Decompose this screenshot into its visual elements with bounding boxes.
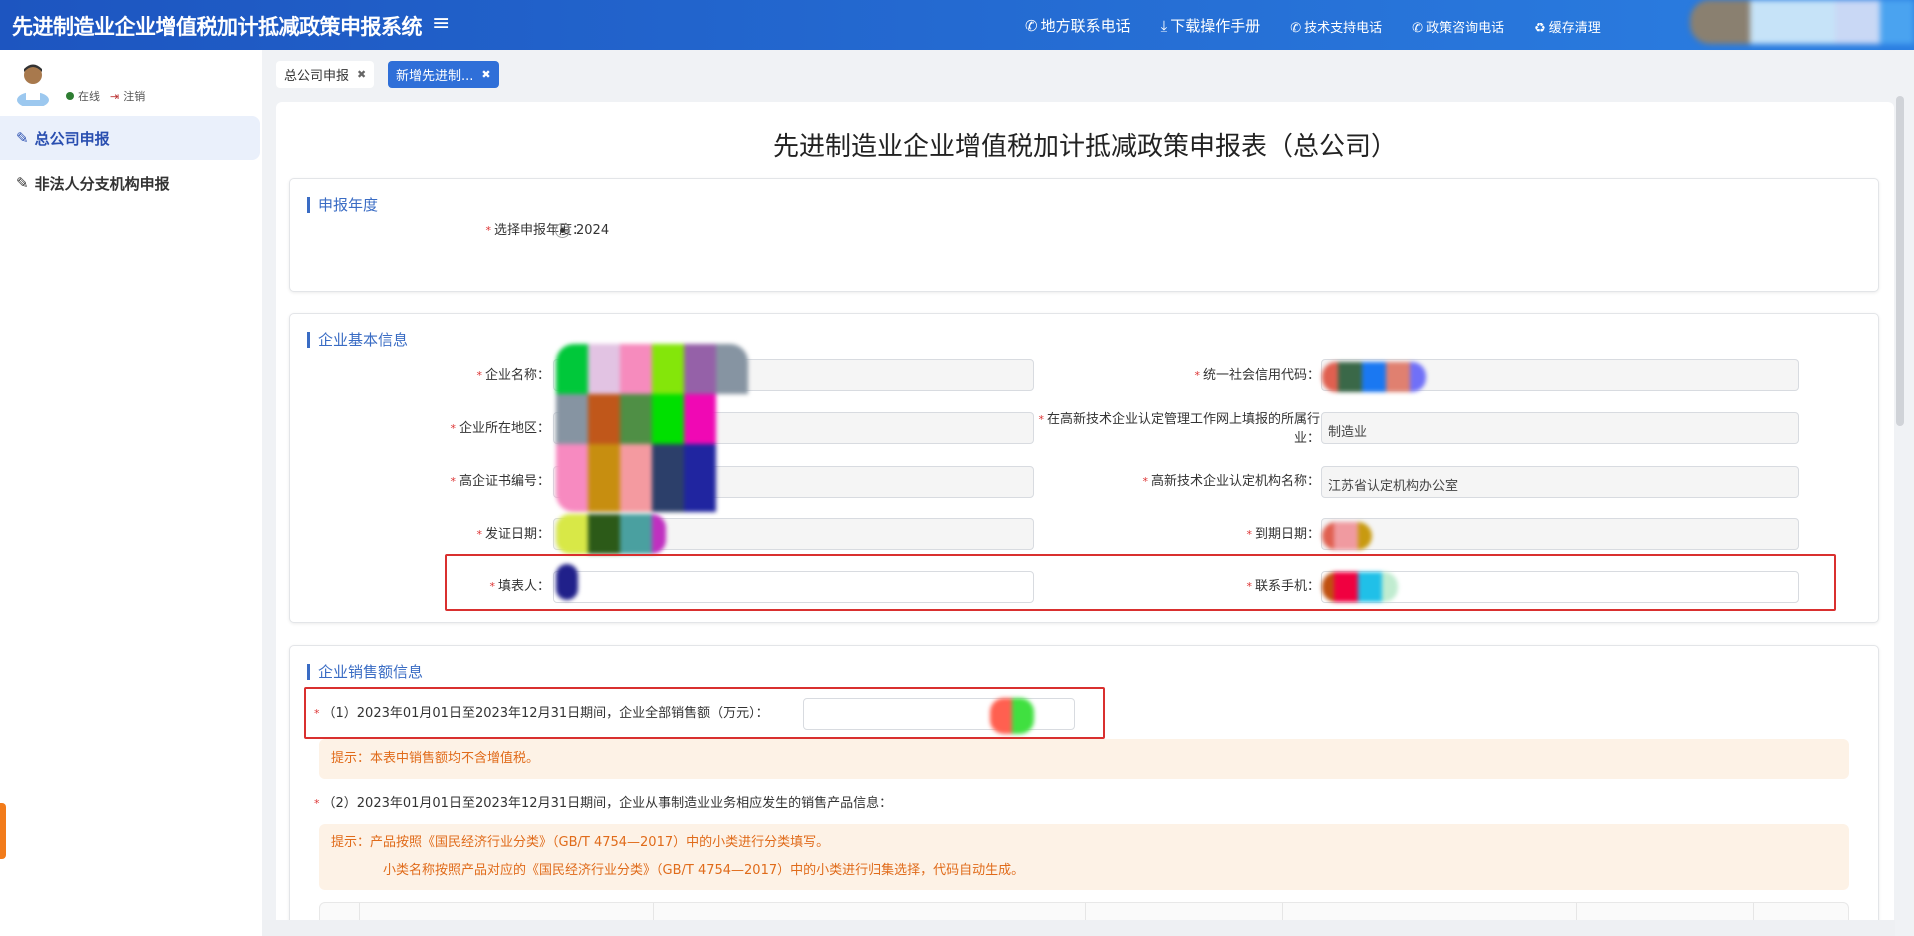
- phone-icon: ✆: [1025, 17, 1038, 35]
- user-avatar: [17, 64, 49, 106]
- menu-toggle-icon[interactable]: ≡: [432, 11, 450, 36]
- section-sales-info: 企业销售额信息 * （1）2023年01月01日至2023年12月31日期间，企业…: [289, 645, 1879, 936]
- field-label: 联系手机：: [1254, 579, 1320, 594]
- user-status: 在线 ⇥ 注销: [66, 88, 145, 104]
- floating-side-tab[interactable]: [0, 803, 6, 859]
- online-dot-icon: [66, 92, 74, 100]
- edit-icon: ✎: [16, 174, 29, 192]
- radio-selected-icon: [555, 223, 570, 238]
- redacted-value: [1322, 362, 1426, 392]
- main-content: 先进制造业企业增值税加计抵减政策申报表（总公司） 申报年度 * 选择申报年度： 2…: [276, 102, 1894, 936]
- page-title: 先进制造业企业增值税加计抵减政策申报表（总公司）: [772, 132, 1397, 162]
- link-label: 下载操作手册: [1170, 17, 1261, 35]
- sidebar: 在线 ⇥ 注销 ✎ 总公司申报 ✎ 非法人分支机构申报: [0, 50, 262, 936]
- sidebar-item-branch-report[interactable]: ✎ 非法人分支机构申报: [0, 161, 260, 205]
- link-label: 政策咨询电话: [1426, 21, 1505, 36]
- tab-hq-report[interactable]: 总公司申报 ✖: [276, 61, 375, 88]
- close-icon[interactable]: ✖: [357, 68, 366, 81]
- field-label: 发证日期：: [484, 527, 550, 542]
- user-info-redacted: [1690, 0, 1914, 46]
- expire-date-input[interactable]: [1321, 518, 1799, 550]
- tip-classification: 提示：产品按照《国民经济行业分类》（GB/T 4754—2017）中的小类进行分…: [319, 824, 1849, 890]
- link-label: 地方联系电话: [1040, 17, 1131, 35]
- field-label: 高企证书编号：: [458, 474, 550, 489]
- clear-cache-link[interactable]: ♻ 缓存清理: [1534, 15, 1601, 36]
- tip-line: 小类名称按照产品对应的《国民经济行业分类》（GB/T 4754—2017）中的小…: [383, 863, 1025, 878]
- section-title: 申报年度: [307, 197, 378, 213]
- recycle-icon: ♻: [1534, 21, 1546, 36]
- section-declare-year: 申报年度 * 选择申报年度： 2024: [289, 178, 1879, 292]
- redacted-value: [1322, 522, 1372, 550]
- tab-label: 新增先进制...: [396, 69, 474, 84]
- policy-consult-link[interactable]: ✆ 政策咨询电话: [1412, 15, 1504, 36]
- section-title: 企业销售额信息: [307, 664, 423, 680]
- section-title: 企业基本信息: [307, 332, 408, 348]
- field-label: 统一社会信用代码：: [1202, 368, 1320, 383]
- field-label: 到期日期：: [1254, 527, 1320, 542]
- year-radio-2024[interactable]: 2024: [555, 223, 609, 238]
- industry-input[interactable]: 制造业: [1321, 412, 1799, 444]
- online-label: 在线: [78, 90, 100, 103]
- redacted-value: [1322, 572, 1398, 602]
- logout-link[interactable]: 注销: [123, 88, 145, 104]
- app-title: 先进制造业企业增值税加计抵减政策申报系统: [12, 15, 423, 39]
- download-icon: ⤓: [1160, 17, 1168, 35]
- redacted-values: [556, 344, 748, 512]
- tip-line: 提示：产品按照《国民经济行业分类》（GB/T 4754—2017）中的小类进行分…: [331, 835, 830, 850]
- download-manual-link[interactable]: ⤓ 下载操作手册: [1161, 15, 1261, 36]
- top-header: 先进制造业企业增值税加计抵减政策申报系统 ≡ ✆ 地方联系电话 ⤓ 下载操作手册 ✆…: [0, 0, 1914, 50]
- redacted-value: [990, 698, 1034, 734]
- footer-bar: [262, 920, 1914, 936]
- tech-support-link[interactable]: ✆ 技术支持电话: [1290, 15, 1382, 36]
- field-label: 企业名称：: [484, 368, 550, 383]
- tab-label: 总公司申报: [284, 69, 350, 84]
- radio-label: 2024: [576, 223, 610, 238]
- link-label: 技术支持电话: [1304, 21, 1383, 36]
- field-label: 在高新技术企业认定管理工作网上填报的所属行业：: [1046, 412, 1320, 446]
- tab-new-declaration[interactable]: 新增先进制... ✖: [388, 61, 499, 88]
- phone-icon: ✆: [1412, 21, 1424, 36]
- local-contact-link[interactable]: ✆ 地方联系电话: [1025, 15, 1131, 36]
- sidebar-item-label: 总公司申报: [34, 129, 110, 148]
- scrollbar-thumb[interactable]: [1896, 96, 1904, 426]
- section-basic-info: 企业基本信息 * 企业名称： * 企业所在地区： * 高企证书编号： * 发证日期： *…: [289, 313, 1879, 623]
- tip-vat-excluded: 提示：本表中销售额均不含增值税。: [319, 739, 1849, 779]
- field-label: （1）2023年01月01日至2023年12月31日期间，企业全部销售额（万元）…: [322, 706, 769, 721]
- close-icon[interactable]: ✖: [481, 68, 490, 81]
- sidebar-item-label: 非法人分支机构申报: [34, 174, 170, 193]
- redacted-value: [556, 514, 666, 554]
- link-label: 缓存清理: [1548, 21, 1601, 36]
- field-label: （2）2023年01月01日至2023年12月31日期间，企业从事制造业业务相应…: [322, 796, 893, 811]
- phone-icon: ✆: [1290, 21, 1302, 36]
- sidebar-item-hq-report[interactable]: ✎ 总公司申报: [0, 116, 260, 160]
- field-label: 高新技术企业认定机构名称：: [1150, 474, 1320, 489]
- logout-icon[interactable]: ⇥: [110, 90, 119, 103]
- agency-input[interactable]: 江苏省认定机构办公室: [1321, 466, 1799, 498]
- field-label: 企业所在地区：: [458, 421, 550, 436]
- edit-icon: ✎: [16, 129, 29, 147]
- total-sales-input[interactable]: [803, 698, 1075, 730]
